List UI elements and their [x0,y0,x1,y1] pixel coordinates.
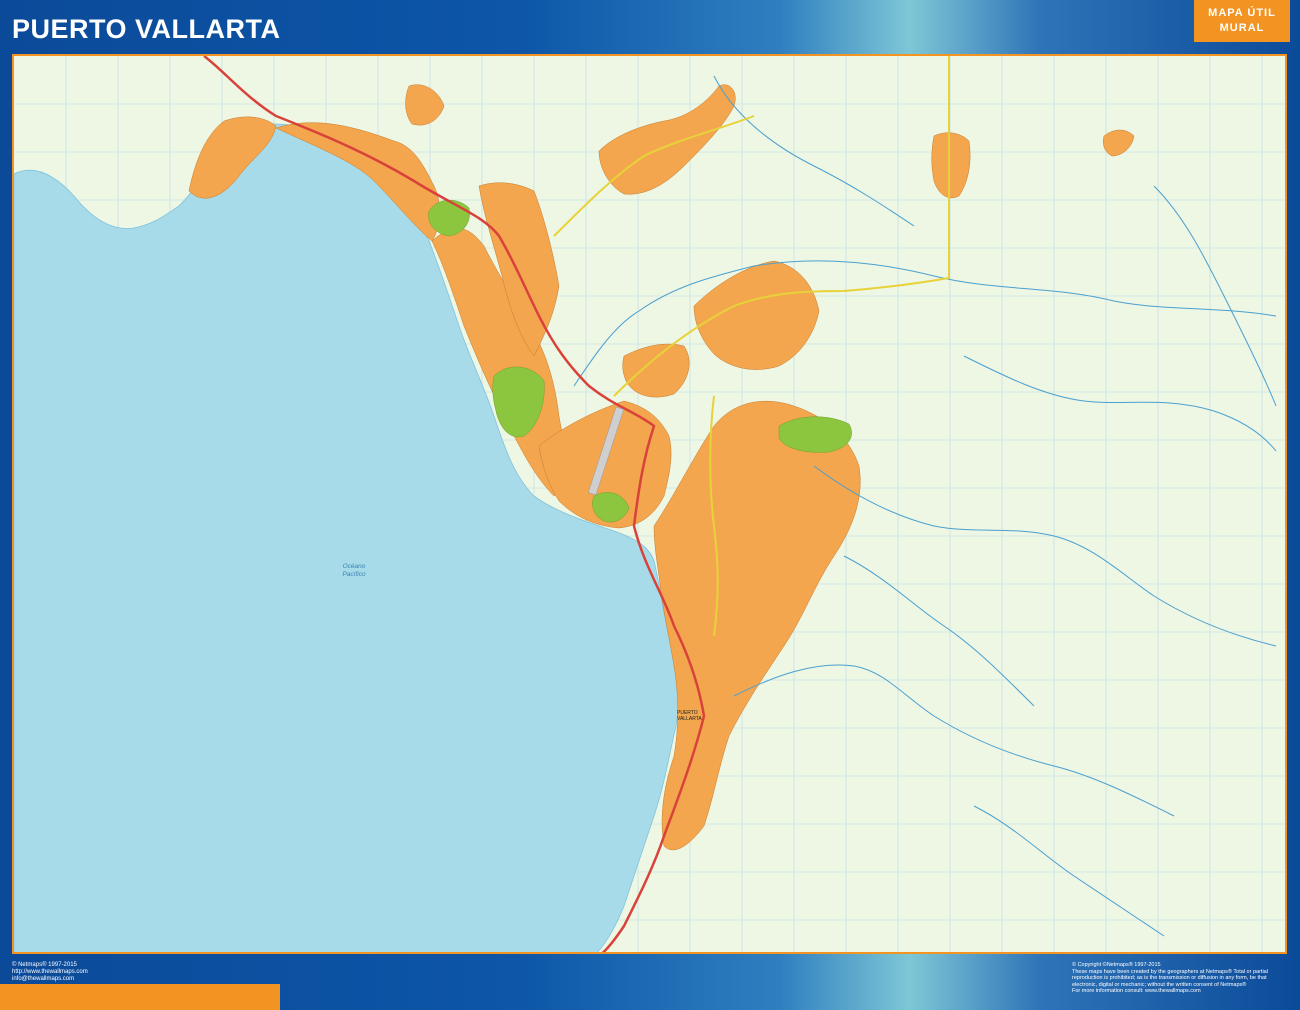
badge-line-2: MURAL [1219,22,1265,34]
urban-las-juntas [622,343,690,398]
footer-website-link[interactable]: http://www.thewallmaps.com [12,969,88,976]
footer-legal-notice: © Copyright ©Netmaps® 1997-2015 These ma… [1072,962,1272,995]
city-label-line2: VALLARTA [677,716,702,722]
footer-copyright: © Netmaps® 1997-2015 [12,962,77,968]
map-area[interactable]: Océano Pacífico PUERTO VALLARTA [12,54,1287,954]
legal-line-5: For more information consult: www.thewal… [1072,988,1201,994]
map-canvas: Océano Pacífico PUERTO VALLARTA [14,56,1285,952]
park-east [778,416,852,453]
badge-mapa-util: MAPA ÚTIL MURAL [1194,0,1290,42]
footer-orange-bar [0,984,280,1010]
ocean-label-line2: Pacífico [342,571,366,578]
ocean-label-line1: Océano [343,563,366,570]
badge-line-1: MAPA ÚTIL [1208,7,1276,19]
footer-left-credits: © Netmaps® 1997-2015 http://www.thewallm… [12,962,88,983]
legal-line-3: reproduction is prohibited; as is the tr… [1072,975,1267,981]
footer-email-link[interactable]: info@thewallmaps.com [12,976,88,983]
map-title: PUERTO VALLARTA [12,14,281,44]
